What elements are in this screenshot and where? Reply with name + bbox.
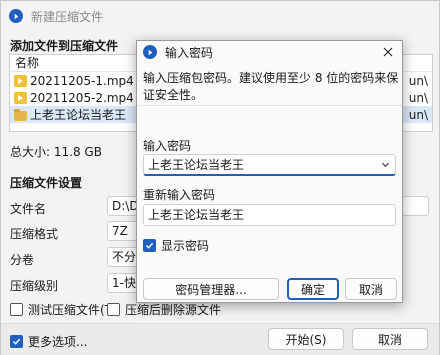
more-options-label: 更多选项...: [28, 335, 88, 349]
app-logo-icon: [9, 9, 23, 23]
delete-source-checkbox[interactable]: 压缩后删除源文件: [107, 301, 221, 318]
test-archive-checkbox[interactable]: 测试压缩文件(T): [10, 301, 117, 318]
password-input[interactable]: 上老王论坛当老王: [143, 154, 396, 176]
video-file-icon: [14, 91, 27, 104]
dialog-cancel-button[interactable]: 取消: [345, 278, 397, 300]
main-titlebar: 新建压缩文件: [1, 1, 439, 31]
dialog-title: 输入密码: [165, 45, 214, 60]
folder-icon: [14, 108, 27, 121]
password-dialog: 输入密码 输入压缩包密码。建议使用至少 8 位的密码来保证安全性。 输入密码 上…: [136, 40, 403, 303]
password-value: 上老王论坛当老王: [148, 158, 245, 172]
file-path-fragment: un\: [408, 73, 428, 88]
ok-button[interactable]: 确定: [287, 278, 339, 300]
settings-section-title: 压缩文件设置: [10, 176, 83, 190]
file-name: 20211205-1.mp4: [30, 73, 134, 88]
file-path-fragment: un\: [408, 90, 428, 105]
video-file-icon: [14, 74, 27, 87]
dialog-titlebar: 输入密码: [137, 41, 402, 63]
checkbox-box[interactable]: [107, 303, 120, 316]
delete-source-label: 压缩后删除源文件: [125, 303, 222, 317]
reenter-password-input[interactable]: 上老王论坛当老王: [143, 204, 396, 226]
main-cancel-button[interactable]: 取消: [352, 328, 428, 350]
show-password-checkbox[interactable]: 显示密码: [143, 237, 209, 254]
format-label: 压缩格式: [10, 227, 59, 241]
file-name: 上老王论坛当老王: [30, 108, 127, 122]
checkbox-box[interactable]: [143, 239, 156, 252]
main-window-title: 新建压缩文件: [31, 9, 104, 24]
total-size-label: 总大小: 11.8 GB: [10, 145, 102, 159]
checkmark-icon: [12, 338, 21, 345]
checkbox-box[interactable]: [10, 303, 23, 316]
app-logo-icon: [143, 45, 157, 59]
test-archive-label: 测试压缩文件(T): [28, 303, 117, 317]
files-section-title: 添加文件到压缩文件: [10, 39, 119, 53]
chevron-down-icon[interactable]: [379, 158, 391, 170]
file-path-fragment: un\: [408, 107, 428, 122]
reenter-password-label: 重新输入密码: [143, 188, 216, 202]
show-password-label: 显示密码: [161, 239, 210, 253]
start-button[interactable]: 开始(S): [268, 328, 344, 350]
filename-label: 文件名: [10, 202, 47, 216]
checkmark-icon: [145, 242, 154, 249]
split-label: 分卷: [10, 253, 35, 267]
file-name: 20211205-2.mp4: [30, 90, 134, 105]
close-icon[interactable]: [380, 44, 396, 60]
checkbox-box[interactable]: [10, 335, 23, 348]
level-label: 压缩级别: [10, 279, 59, 293]
more-options-checkbox[interactable]: 更多选项...: [10, 333, 87, 350]
divider: [137, 105, 402, 106]
dialog-description: 输入压缩包密码。建议使用至少 8 位的密码来保证安全性。: [143, 71, 399, 102]
password-manager-button[interactable]: 密码管理器...: [143, 278, 279, 300]
password-label: 输入密码: [143, 139, 192, 153]
